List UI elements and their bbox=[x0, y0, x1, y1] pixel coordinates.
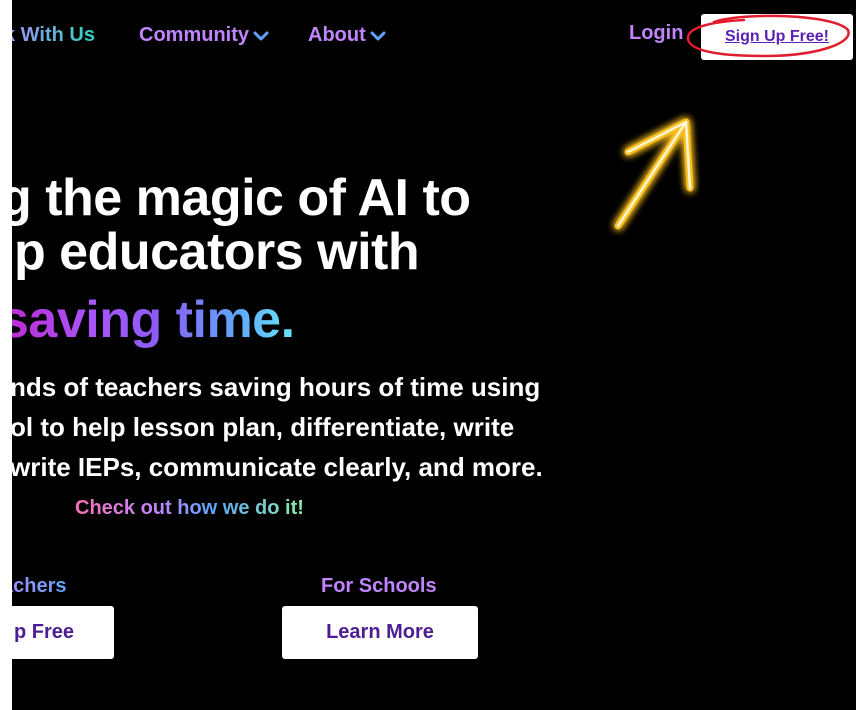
login-link[interactable]: Login bbox=[629, 22, 683, 45]
hero-description-line-2: ol to help lesson plan, differentiate, w… bbox=[12, 412, 515, 442]
learn-more-button-label: Learn More bbox=[326, 621, 434, 643]
signup-button[interactable]: Sign Up Free! bbox=[701, 14, 853, 60]
learn-more-button[interactable]: Learn More bbox=[282, 606, 478, 659]
nav-community[interactable]: Community bbox=[139, 24, 269, 47]
hero-headline-line-2: lp educators with bbox=[12, 223, 420, 281]
hero-headline-line-3: saving time. bbox=[12, 294, 295, 352]
nav-work-with-us-label: k With Us bbox=[12, 24, 95, 46]
nav-community-label: Community bbox=[139, 24, 249, 46]
signup-link[interactable]: Sign Up Free! bbox=[725, 28, 829, 46]
for-teachers-label: achers bbox=[12, 575, 67, 598]
check-out-link[interactable]: Check out how we do it! bbox=[75, 497, 304, 520]
nav-about-label: About bbox=[308, 24, 366, 46]
arrow-up-right-icon bbox=[614, 118, 694, 230]
chevron-down-icon bbox=[370, 31, 386, 40]
teachers-signup-button[interactable]: p Free bbox=[12, 606, 114, 659]
hero-description-line-1: nds of teachers saving hours of time usi… bbox=[12, 372, 541, 402]
nav-work-with-us[interactable]: k With Us bbox=[12, 24, 95, 47]
hero-headline-line-1: g the magic of AI to bbox=[12, 169, 471, 227]
hero-description-line-3: write IEPs, communicate clearly, and mor… bbox=[12, 452, 543, 482]
nav-about[interactable]: About bbox=[308, 24, 386, 47]
teachers-signup-button-label: p Free bbox=[13, 621, 74, 643]
page-viewport: k With Us Community About Login Sign Up … bbox=[12, 0, 856, 710]
chevron-down-icon bbox=[253, 31, 269, 40]
for-schools-label: For Schools bbox=[321, 575, 437, 597]
